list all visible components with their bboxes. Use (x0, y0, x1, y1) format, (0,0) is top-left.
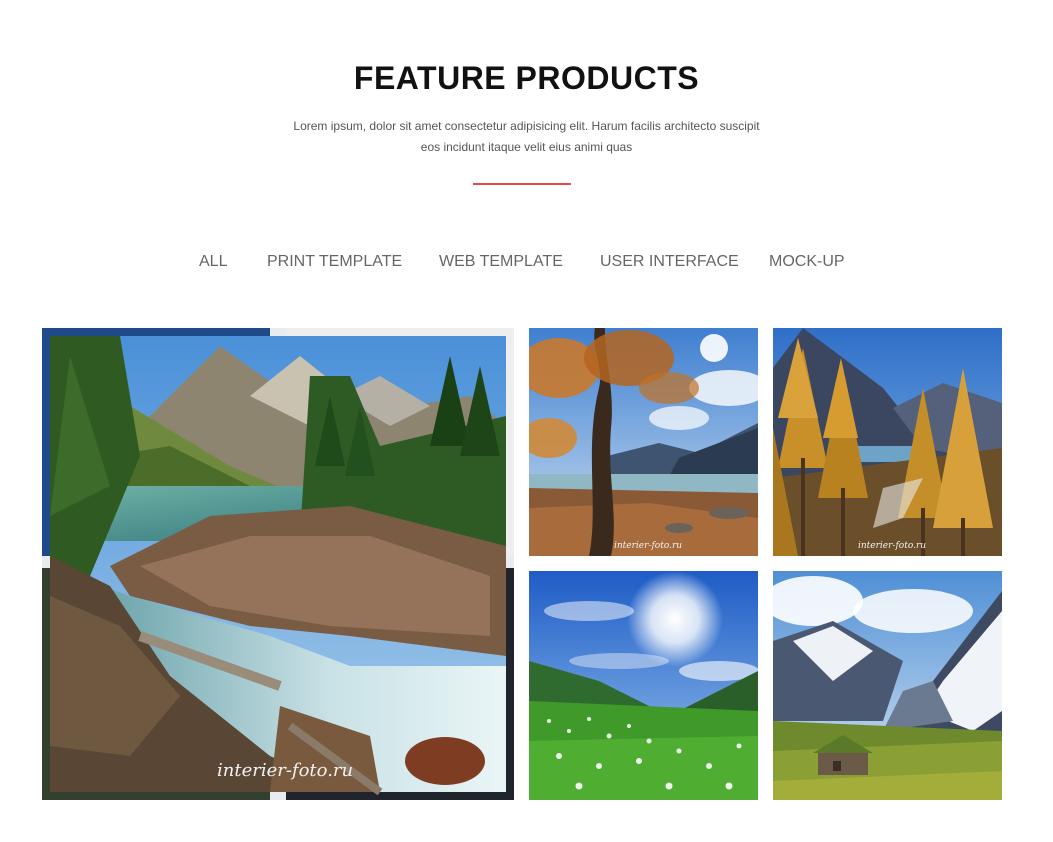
gallery-item-sunny-meadow[interactable] (529, 571, 758, 800)
section-title: FEATURE PRODUCTS (353, 60, 700, 96)
gallery-item-autumn-tree[interactable]: interier-foto.ru (529, 328, 758, 556)
alpine-valley-hut-photo (773, 571, 1002, 800)
filter-web-template[interactable]: WEB TEMPLATE (439, 250, 563, 274)
photo-watermark: interier-foto.ru (217, 760, 353, 781)
filter-print-template[interactable]: PRINT TEMPLATE (267, 250, 402, 274)
filter-user-interface[interactable]: USER INTERFACE (600, 250, 739, 274)
title-divider (473, 183, 571, 185)
gallery-item-golden-larch[interactable]: interier-foto.ru (773, 328, 1002, 556)
photo-watermark: interier-foto.ru (614, 541, 682, 551)
mountain-river-photo: interier-foto.ru (42, 328, 514, 800)
sunny-meadow-photo (529, 571, 758, 800)
gallery-item-alpine-valley[interactable] (773, 571, 1002, 800)
gallery-item-mountain-river[interactable]: interier-foto.ru (42, 328, 514, 800)
filter-all[interactable]: ALL (199, 250, 227, 274)
golden-larch-forest-photo: interier-foto.ru (773, 328, 1002, 556)
photo-watermark: interier-foto.ru (858, 541, 926, 551)
section-subtitle: Lorem ipsum, dolor sit amet consectetur … (293, 119, 760, 154)
autumn-tree-lake-photo: interier-foto.ru (529, 328, 758, 556)
filter-mock-up[interactable]: MOCK-UP (769, 250, 845, 274)
portfolio-filter-bar: ALL PRINT TEMPLATE WEB TEMPLATE USER INT… (0, 250, 1053, 274)
